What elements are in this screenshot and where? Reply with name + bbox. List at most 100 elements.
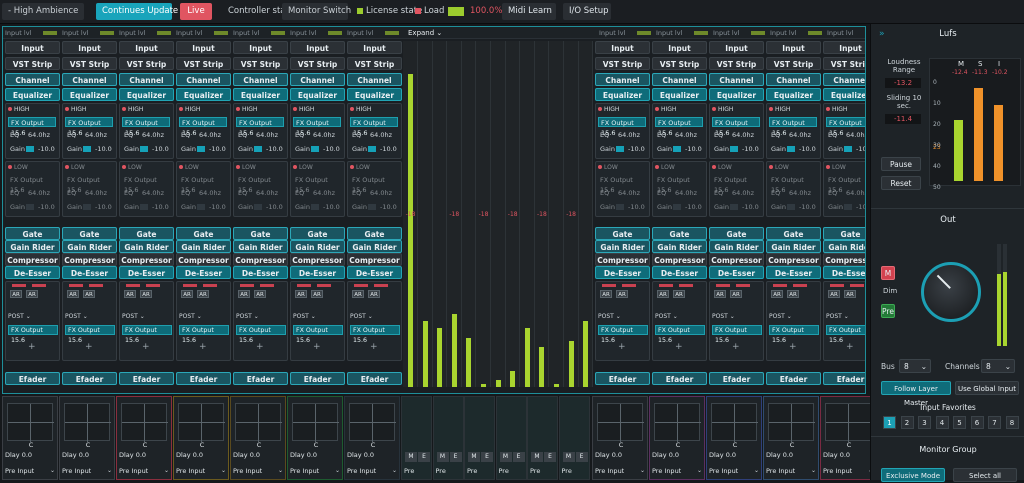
pre-input-select[interactable]: Pre Input⌄ bbox=[766, 465, 818, 477]
input-button[interactable]: Input bbox=[347, 41, 402, 54]
pre-select[interactable]: Pre bbox=[530, 465, 558, 477]
input-button[interactable]: Input bbox=[119, 41, 174, 54]
delay-value[interactable]: Dlay 0.0 bbox=[5, 451, 32, 459]
compressor-button[interactable]: Compressor bbox=[823, 253, 865, 266]
compressor-button[interactable]: Compressor bbox=[652, 253, 707, 266]
input-button[interactable]: Input bbox=[823, 41, 865, 54]
ar-button[interactable]: AR bbox=[197, 290, 209, 298]
gain-control[interactable]: Gain -10.0 bbox=[598, 202, 646, 212]
eq-freq[interactable]: EQ 64.0hz bbox=[179, 130, 227, 140]
gain-bar[interactable] bbox=[83, 146, 91, 152]
deesser-button[interactable]: De-Esser bbox=[233, 266, 288, 279]
post-select[interactable]: POST ⌄ bbox=[655, 312, 705, 322]
eq-freq[interactable]: EQ 64.0hz bbox=[826, 188, 865, 198]
post-select[interactable]: POST ⌄ bbox=[236, 312, 286, 322]
ar-button[interactable]: AR bbox=[10, 290, 22, 298]
gain-control[interactable]: Gain -10.0 bbox=[236, 202, 284, 212]
gain-control[interactable]: Gain -10.0 bbox=[350, 202, 398, 212]
gain-bar[interactable] bbox=[844, 146, 852, 152]
vst-button[interactable]: VST Strip bbox=[652, 57, 707, 70]
add-plus-icon[interactable]: + bbox=[199, 342, 207, 352]
gate-button[interactable]: Gate bbox=[119, 227, 174, 240]
fx-output-select[interactable]: FX Output 15.6 bbox=[712, 117, 760, 137]
fx-output-select[interactable]: FX Output 15.6 bbox=[769, 175, 817, 194]
gain-bar[interactable] bbox=[844, 204, 852, 210]
mute-button[interactable]: M bbox=[562, 452, 575, 462]
fx-output-select[interactable]: FX Output 15.6 bbox=[293, 175, 341, 194]
mute-button[interactable]: M bbox=[499, 452, 512, 462]
gain-rider-button[interactable]: Gain Rider bbox=[119, 240, 174, 253]
compressor-button[interactable]: Compressor bbox=[176, 253, 231, 266]
fx-output-select[interactable]: FX Output 15.6 bbox=[122, 325, 172, 344]
gain-bar[interactable] bbox=[368, 146, 376, 152]
post-select[interactable]: POST ⌄ bbox=[179, 312, 229, 322]
volume-knob[interactable] bbox=[921, 262, 981, 322]
ar-button[interactable]: AR bbox=[714, 290, 726, 298]
eq-freq[interactable]: EQ 64.0hz bbox=[8, 188, 56, 198]
pre-select[interactable]: Pre bbox=[436, 465, 464, 477]
fx-output-select[interactable]: FX Output 15.6 bbox=[826, 117, 865, 137]
favorite-4-button[interactable]: 4 bbox=[935, 416, 949, 429]
gain-control[interactable]: Gain -10.0 bbox=[122, 144, 170, 154]
favorite-2-button[interactable]: 2 bbox=[900, 416, 914, 429]
eq-freq[interactable]: EQ 64.0hz bbox=[122, 130, 170, 140]
fx-output-select[interactable]: FX Output 15.6 bbox=[293, 117, 341, 137]
band-power-icon[interactable] bbox=[65, 107, 69, 111]
solo-button[interactable]: E bbox=[481, 452, 493, 462]
band-power-icon[interactable] bbox=[598, 165, 602, 169]
monitor-switch-field[interactable]: Monitor Switch bbox=[282, 3, 351, 20]
efader-button[interactable]: Efader bbox=[233, 372, 288, 385]
fx-output-select[interactable]: FX Output 15.6 bbox=[712, 325, 762, 344]
gate-button[interactable]: Gate bbox=[5, 227, 60, 240]
fx-output-select[interactable]: FX Output 15.6 bbox=[655, 175, 703, 194]
post-select[interactable]: POST ⌄ bbox=[598, 312, 648, 322]
delay-value[interactable]: Dlay 0.0 bbox=[62, 451, 89, 459]
ar-button[interactable]: AR bbox=[844, 290, 856, 298]
ar-button[interactable]: AR bbox=[83, 290, 95, 298]
gain-bar[interactable] bbox=[140, 204, 148, 210]
favorite-1-button[interactable]: 1 bbox=[883, 416, 896, 429]
ar-button[interactable]: AR bbox=[771, 290, 783, 298]
gain-rider-button[interactable]: Gain Rider bbox=[5, 240, 60, 253]
add-plus-icon[interactable]: + bbox=[675, 342, 683, 352]
gain-bar[interactable] bbox=[26, 146, 34, 152]
equalizer-button[interactable]: Equalizer bbox=[176, 88, 231, 101]
gain-control[interactable]: Gain -10.0 bbox=[179, 202, 227, 212]
deesser-button[interactable]: De-Esser bbox=[595, 266, 650, 279]
gate-button[interactable]: Gate bbox=[233, 227, 288, 240]
efader-button[interactable]: Efader bbox=[766, 372, 821, 385]
favorite-8-button[interactable]: 8 bbox=[1005, 416, 1019, 429]
gain-bar[interactable] bbox=[730, 204, 738, 210]
equalizer-button[interactable]: Equalizer bbox=[652, 88, 707, 101]
pre-input-select[interactable]: Pre Input⌄ bbox=[595, 465, 647, 477]
fx-output-select[interactable]: FX Output 15.6 bbox=[826, 325, 865, 344]
gain-control[interactable]: Gain -10.0 bbox=[712, 202, 760, 212]
add-plus-icon[interactable]: + bbox=[142, 342, 150, 352]
fx-output-select[interactable]: FX Output 15.6 bbox=[350, 325, 400, 344]
gate-button[interactable]: Gate bbox=[652, 227, 707, 240]
add-plus-icon[interactable]: + bbox=[28, 342, 36, 352]
gain-control[interactable]: Gain -10.0 bbox=[655, 144, 703, 154]
mute-button[interactable]: M bbox=[531, 452, 543, 462]
fx-output-select[interactable]: FX Output 15.6 bbox=[598, 325, 648, 344]
ar-button[interactable]: AR bbox=[67, 290, 79, 298]
fx-output-select[interactable]: FX Output 15.6 bbox=[65, 175, 113, 194]
fx-output-select[interactable]: FX Output 15.6 bbox=[179, 175, 227, 194]
compressor-button[interactable]: Compressor bbox=[347, 253, 402, 266]
deesser-button[interactable]: De-Esser bbox=[347, 266, 402, 279]
delay-value[interactable]: Dlay 0.0 bbox=[119, 451, 146, 459]
add-plus-icon[interactable]: + bbox=[618, 342, 626, 352]
fx-output-select[interactable]: FX Output 15.6 bbox=[236, 325, 286, 344]
gate-button[interactable]: Gate bbox=[290, 227, 345, 240]
pan-pad[interactable] bbox=[292, 403, 339, 442]
eq-freq[interactable]: EQ 64.0hz bbox=[655, 130, 703, 140]
ar-button[interactable]: AR bbox=[616, 290, 628, 298]
vst-button[interactable]: VST Strip bbox=[119, 57, 174, 70]
gain-bar[interactable] bbox=[368, 204, 376, 210]
eq-freq[interactable]: EQ 64.0hz bbox=[293, 130, 341, 140]
eq-freq[interactable]: EQ 64.0hz bbox=[769, 130, 817, 140]
input-button[interactable]: Input bbox=[62, 41, 117, 54]
gain-control[interactable]: Gain -10.0 bbox=[65, 144, 113, 154]
ar-button[interactable]: AR bbox=[295, 290, 307, 298]
efader-button[interactable]: Efader bbox=[290, 372, 345, 385]
